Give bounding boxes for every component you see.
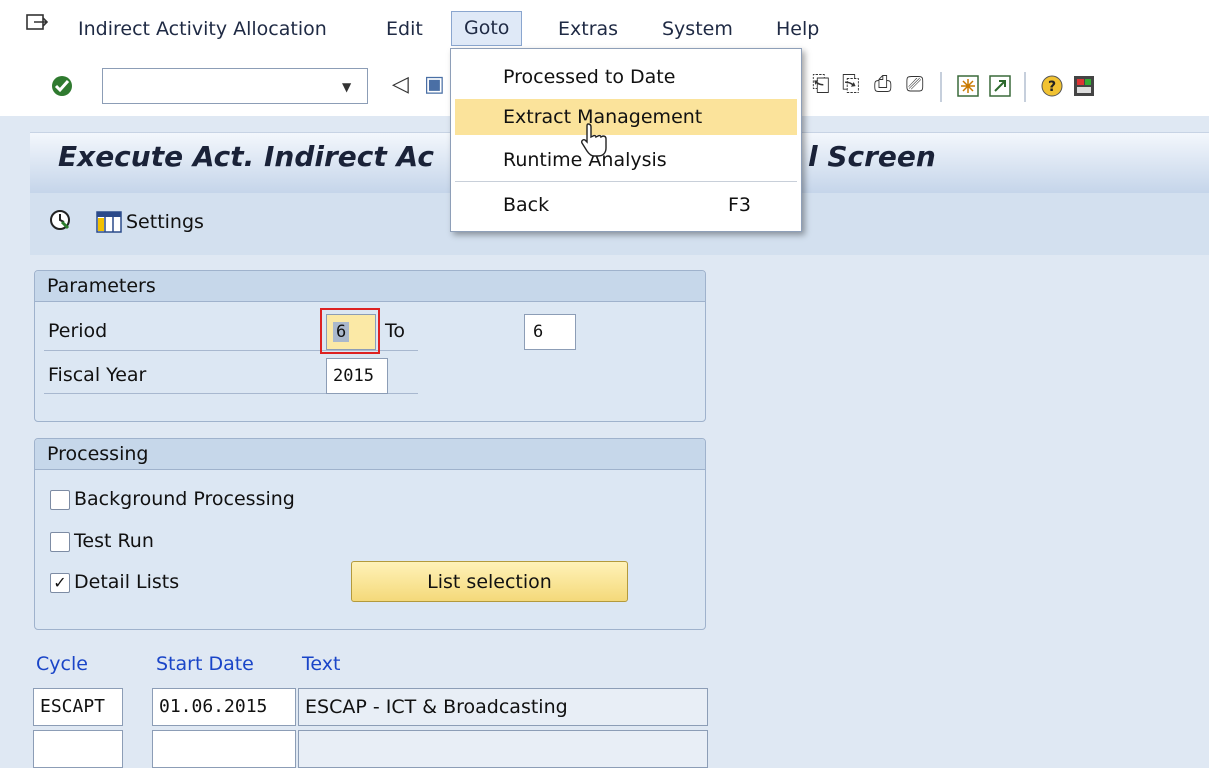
page-title-tail: l Screen: [808, 140, 936, 173]
fiscal-year-field[interactable]: 2015: [326, 358, 388, 394]
parameters-header: Parameters: [35, 271, 705, 302]
menu-separator: [455, 181, 797, 182]
detail-lists-checkbox[interactable]: ✓: [50, 573, 70, 593]
test-run-label: Test Run: [74, 530, 154, 552]
menu-item-extract-management[interactable]: Extract Management: [455, 99, 797, 135]
column-header-start-date[interactable]: Start Date: [156, 653, 254, 675]
test-run-checkbox[interactable]: [50, 532, 70, 552]
text-cell: ESCAP - ICT & Broadcasting: [298, 688, 708, 726]
menu-edit[interactable]: Edit: [386, 14, 423, 44]
menu-exit-icon[interactable]: [26, 14, 48, 32]
cycle-cell[interactable]: ESCAPT: [33, 688, 123, 726]
menu-goto[interactable]: Goto: [451, 11, 523, 46]
menu-item-label: Back: [503, 194, 550, 216]
enter-checkmark-icon[interactable]: [50, 74, 74, 98]
menu-item-label: Processed to Date: [503, 66, 676, 88]
new-session-icon[interactable]: [956, 74, 980, 98]
menu-item-shortcut: F3: [727, 194, 751, 216]
next-page-icon[interactable]: ⎙: [874, 72, 892, 97]
table-settings-icon: [96, 211, 122, 233]
previous-page-icon[interactable]: ⎘: [842, 72, 860, 97]
menu-item-runtime-analysis[interactable]: Runtime Analysis: [455, 142, 797, 178]
shortcut-icon[interactable]: [988, 74, 1012, 98]
menu-extras[interactable]: Extras: [558, 14, 618, 44]
fiscal-year-label: Fiscal Year: [48, 364, 147, 386]
text-cell-empty: [298, 730, 708, 768]
last-page-icon[interactable]: ⎚: [906, 72, 924, 97]
menu-item-processed-to-date[interactable]: Processed to Date: [455, 59, 797, 95]
column-header-cycle[interactable]: Cycle: [36, 653, 88, 675]
goto-dropdown-menu: Processed to Date Extract Management Run…: [450, 48, 802, 232]
menu-system[interactable]: System: [662, 14, 733, 44]
processing-header: Processing: [35, 439, 705, 470]
period-label: Period: [48, 320, 108, 342]
to-label: To: [385, 320, 406, 342]
detail-lists-label: Detail Lists: [74, 571, 180, 593]
execute-clock-icon[interactable]: [48, 208, 72, 232]
command-dropdown-icon[interactable]: ▼: [342, 80, 351, 94]
command-field[interactable]: [102, 68, 368, 104]
start-date-cell-empty[interactable]: [152, 730, 296, 768]
menu-item-back[interactable]: Back F3: [455, 187, 797, 223]
save-icon[interactable]: ▣: [424, 72, 445, 97]
background-processing-checkbox[interactable]: [50, 490, 70, 510]
page-title: Execute Act. Indirect Ac: [58, 140, 434, 173]
period-to-field[interactable]: 6: [524, 314, 576, 350]
cycle-cell-empty[interactable]: [33, 730, 123, 768]
column-header-text[interactable]: Text: [302, 653, 340, 675]
menu-indirect-activity-allocation[interactable]: Indirect Activity Allocation: [78, 14, 327, 44]
help-icon[interactable]: ?: [1040, 74, 1064, 98]
customize-layout-icon[interactable]: [1072, 74, 1096, 98]
hand-cursor-icon: [581, 123, 607, 157]
focus-corners: [320, 308, 380, 354]
back-arrow-icon[interactable]: ◁: [392, 72, 409, 97]
settings-button[interactable]: Settings: [96, 208, 204, 236]
settings-label: Settings: [126, 211, 204, 233]
background-processing-label: Background Processing: [74, 488, 295, 510]
first-page-icon[interactable]: ⎗: [812, 72, 830, 97]
toolbar-separator: [940, 72, 942, 102]
start-date-cell[interactable]: 01.06.2015: [152, 688, 296, 726]
menu-help[interactable]: Help: [776, 14, 819, 44]
list-selection-button[interactable]: List selection: [351, 561, 628, 602]
toolbar-separator: [1024, 72, 1026, 102]
svg-text:?: ?: [1048, 79, 1056, 95]
